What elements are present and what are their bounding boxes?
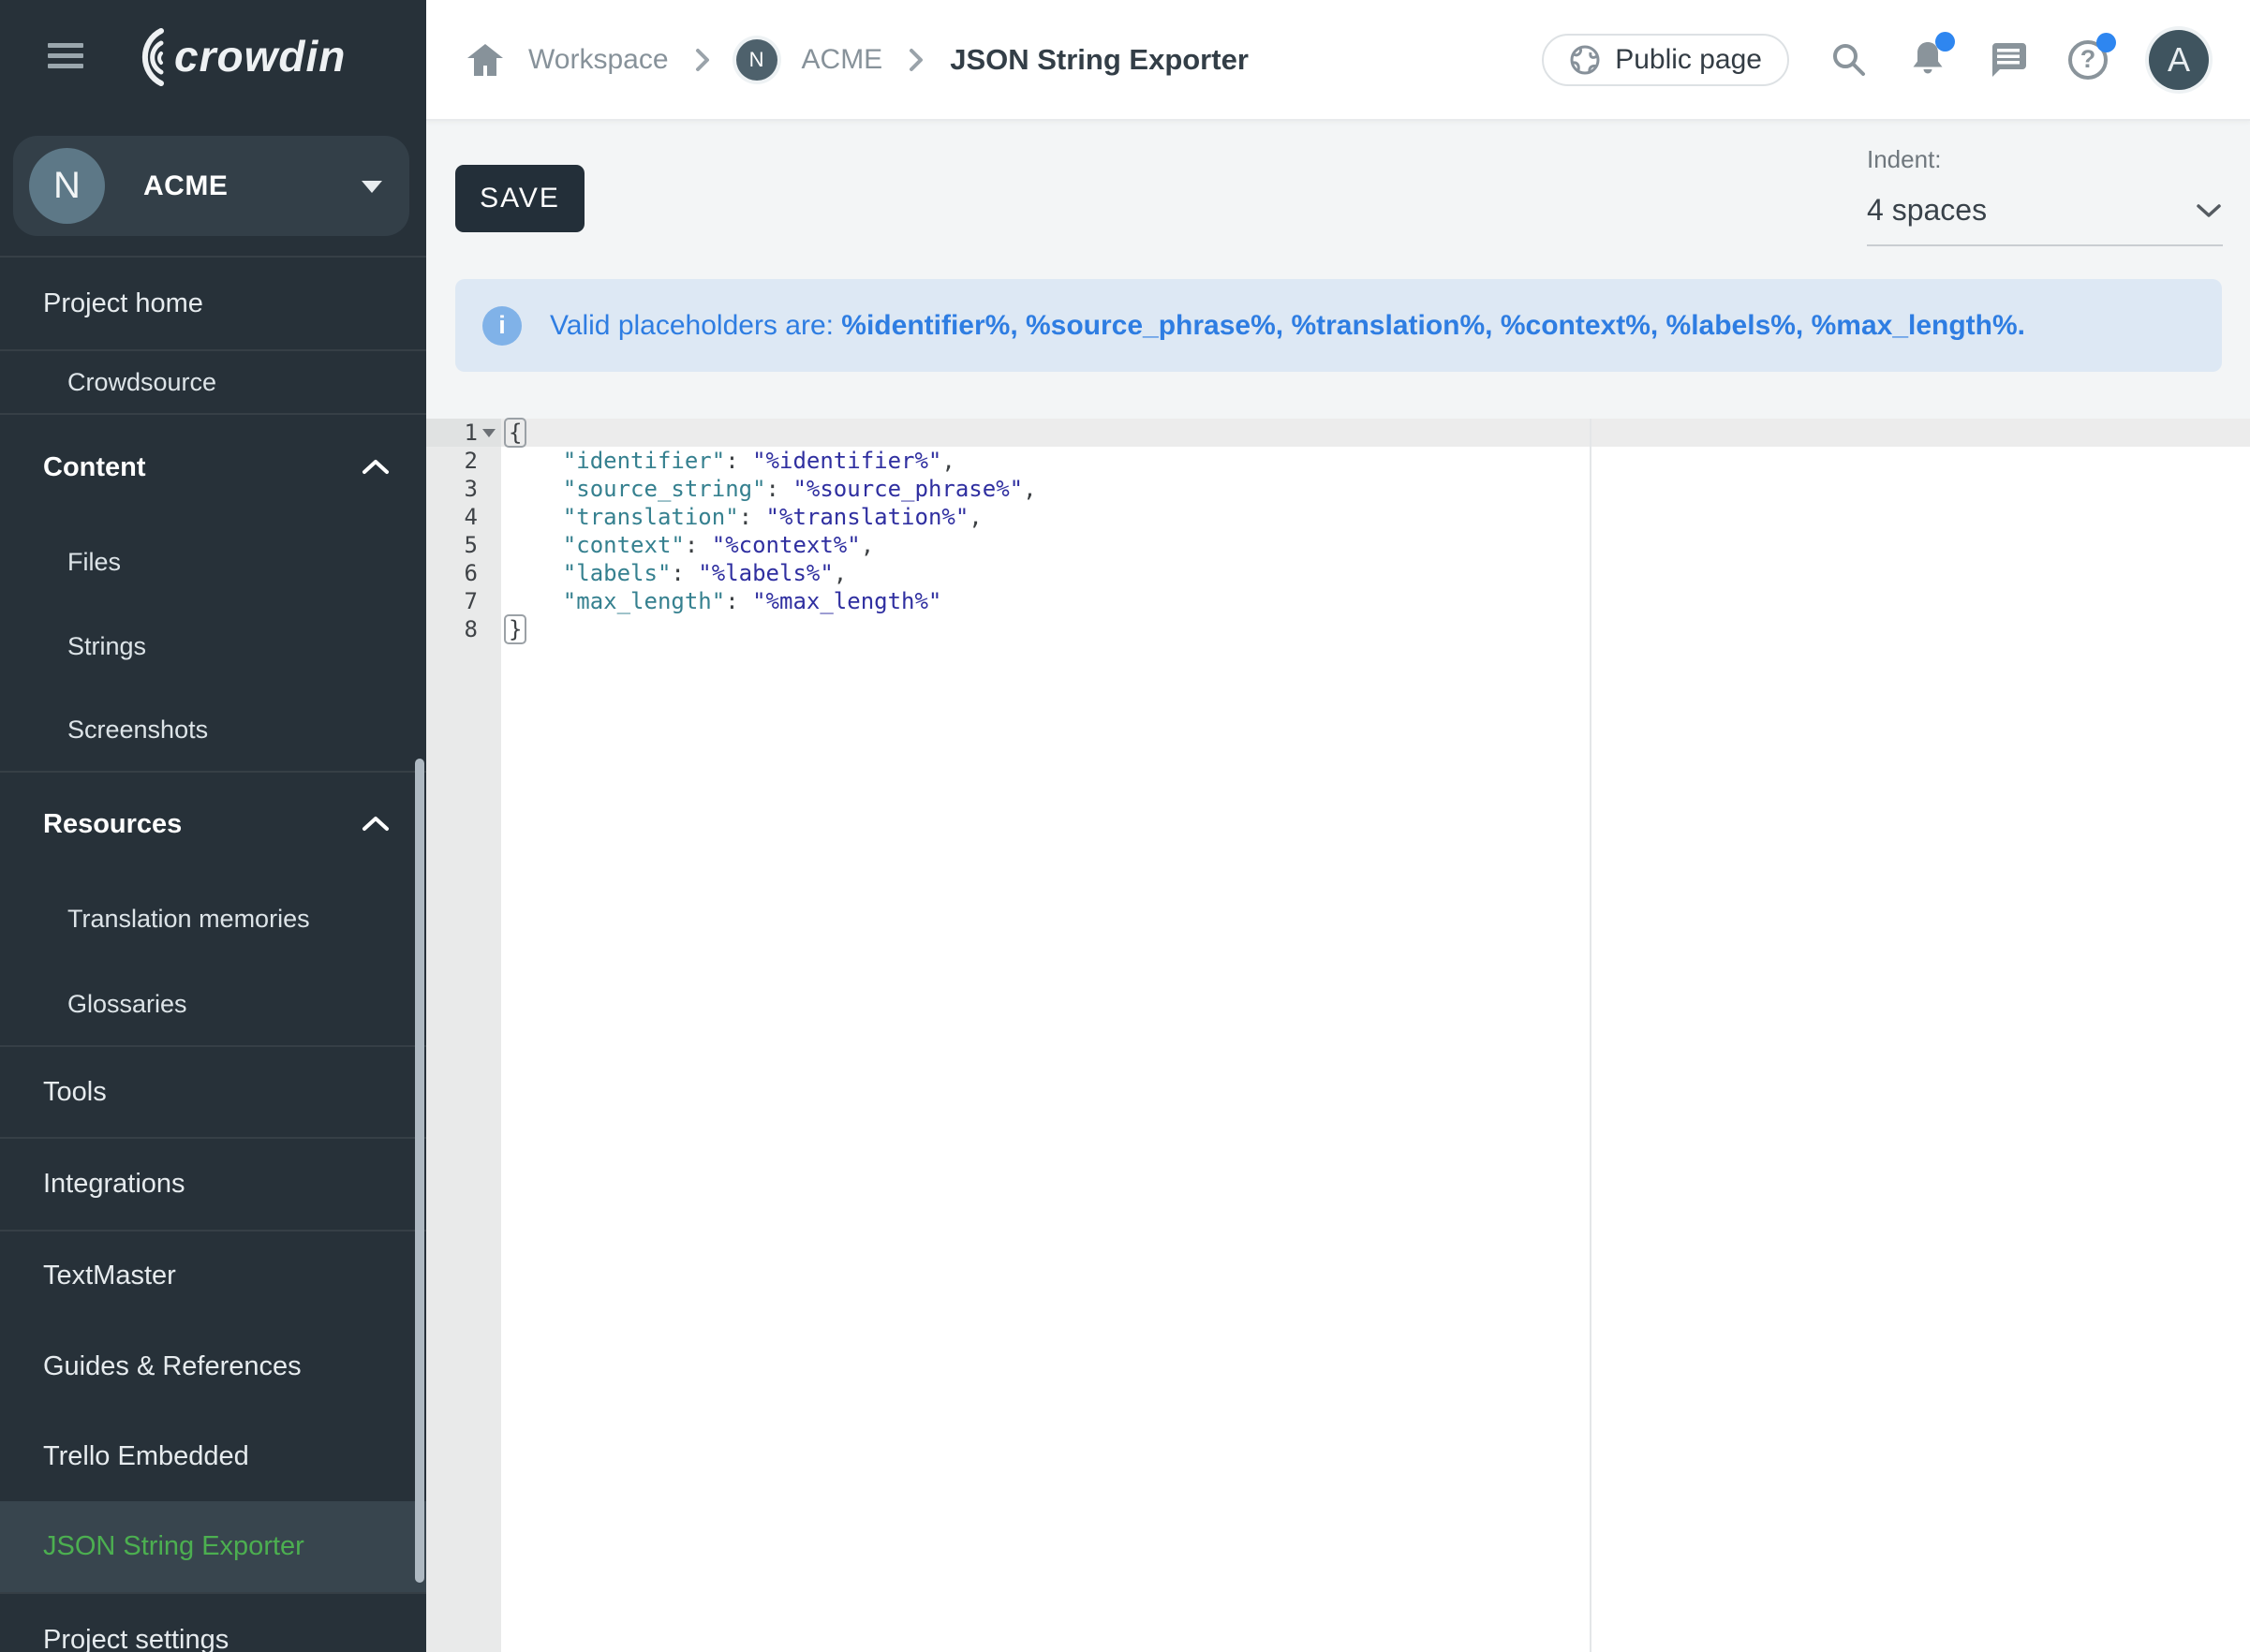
sidebar-item-screenshots[interactable]: Screenshots xyxy=(0,688,426,771)
messages-button[interactable] xyxy=(1988,41,2027,79)
chevron-up-icon xyxy=(361,458,391,477)
notification-badge xyxy=(1935,32,1955,52)
sidebar-section-resources[interactable]: Resources xyxy=(0,771,426,876)
indent-value: 4 spaces xyxy=(1867,193,1987,228)
chevron-up-icon xyxy=(361,815,391,833)
sidebar-item-trello-embedded[interactable]: Trello Embedded xyxy=(0,1412,426,1501)
sidebar-item-tools[interactable]: Tools xyxy=(0,1045,426,1137)
main-content: SAVE Indent: 4 spaces i Valid placeholde… xyxy=(426,121,2250,1652)
user-avatar[interactable]: A xyxy=(2149,30,2209,90)
top-header: Workspace N ACME JSON String Exporter Pu… xyxy=(426,0,2250,121)
code-editor[interactable]: 1 2 3 4 5 6 7 8 { "identifier": "%identi… xyxy=(426,419,2250,1652)
notifications-button[interactable] xyxy=(1909,39,1947,81)
sidebar-item-files[interactable]: Files xyxy=(0,520,426,604)
chevron-right-icon xyxy=(907,46,925,74)
sidebar-item-json-string-exporter[interactable]: JSON String Exporter xyxy=(0,1501,426,1592)
sidebar-nav: Project home Crowdsource Content Files S… xyxy=(0,0,426,1652)
chevron-right-icon xyxy=(693,46,712,74)
sidebar-item-strings[interactable]: Strings xyxy=(0,604,426,688)
indent-label: Indent: xyxy=(1867,145,2223,174)
code-line: "max_length": "%max_length%" xyxy=(501,587,2250,615)
sidebar-item-guides-references[interactable]: Guides & References xyxy=(0,1320,426,1412)
sidebar-item-glossaries[interactable]: Glossaries xyxy=(0,963,426,1045)
header-actions: Public page ? A xyxy=(1542,30,2250,90)
code-line: "context": "%context%", xyxy=(501,531,2250,559)
search-button[interactable] xyxy=(1830,41,1868,79)
sidebar-item-translation-memories[interactable]: Translation memories xyxy=(0,876,426,963)
banner-placeholders: %identifier%, %source_phrase%, %translat… xyxy=(841,310,2025,341)
code-area[interactable]: { "identifier": "%identifier%", "source_… xyxy=(501,419,2250,1652)
code-line: { xyxy=(501,419,2250,447)
save-button[interactable]: SAVE xyxy=(455,165,585,232)
code-line: "source_string": "%source_phrase%", xyxy=(501,475,2250,503)
sidebar-item-crowdsource[interactable]: Crowdsource xyxy=(0,349,426,413)
sidebar-section-content[interactable]: Content xyxy=(0,413,426,520)
globe-icon xyxy=(1569,44,1601,76)
line-number: 7 xyxy=(426,587,501,615)
public-page-button[interactable]: Public page xyxy=(1542,34,1789,86)
fold-caret-icon[interactable] xyxy=(482,429,496,437)
sidebar-item-textmaster[interactable]: TextMaster xyxy=(0,1230,426,1320)
sidebar: crowdin N ACME Project home Crowdsource … xyxy=(0,0,426,1652)
line-number: 4 xyxy=(426,503,501,531)
help-badge xyxy=(2096,33,2116,52)
breadcrumb-project-avatar: N xyxy=(736,39,777,81)
help-button[interactable]: ? xyxy=(2068,40,2108,80)
breadcrumb: Workspace N ACME JSON String Exporter xyxy=(426,39,1249,81)
breadcrumb-workspace[interactable]: Workspace xyxy=(528,44,669,76)
line-number: 1 xyxy=(426,419,501,447)
sidebar-item-project-settings[interactable]: Project settings xyxy=(0,1592,426,1652)
chevron-down-icon xyxy=(2195,202,2223,219)
line-number: 3 xyxy=(426,475,501,503)
sidebar-item-integrations[interactable]: Integrations xyxy=(0,1137,426,1230)
code-line: "identifier": "%identifier%", xyxy=(501,447,2250,475)
public-page-label: Public page xyxy=(1615,44,1762,76)
code-line: "translation": "%translation%", xyxy=(501,503,2250,531)
line-number: 8 xyxy=(426,615,501,643)
line-number: 2 xyxy=(426,447,501,475)
sidebar-item-project-home[interactable]: Project home xyxy=(0,256,426,349)
line-number: 5 xyxy=(426,531,501,559)
indent-select[interactable]: Indent: 4 spaces xyxy=(1867,145,2223,246)
sidebar-scrollbar[interactable] xyxy=(415,759,424,1583)
home-icon[interactable] xyxy=(466,43,504,77)
line-number: 6 xyxy=(426,559,501,587)
breadcrumb-project[interactable]: ACME xyxy=(802,44,883,76)
banner-text: Valid placeholders are: %identifier%, %s… xyxy=(550,310,2025,342)
breadcrumb-current-page: JSON String Exporter xyxy=(950,43,1249,77)
editor-gutter: 1 2 3 4 5 6 7 8 xyxy=(426,419,501,1652)
code-line: } xyxy=(501,615,2250,643)
info-icon: i xyxy=(482,306,522,346)
code-line: "labels": "%labels%", xyxy=(501,559,2250,587)
placeholders-info-banner: i Valid placeholders are: %identifier%, … xyxy=(455,279,2222,372)
